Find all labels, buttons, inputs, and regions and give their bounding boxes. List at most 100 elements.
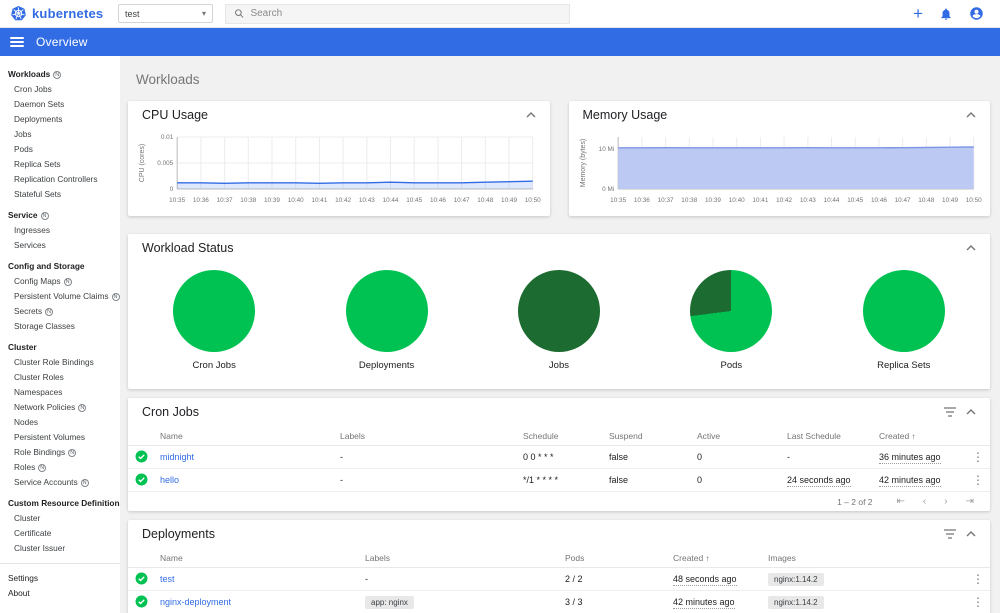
sidebar-item-persistent-volumes[interactable]: Persistent Volumes bbox=[0, 430, 120, 445]
column-header-active[interactable]: Active bbox=[691, 426, 781, 446]
svg-text:10:37: 10:37 bbox=[217, 197, 233, 204]
search-icon bbox=[235, 9, 244, 18]
row-menu-icon[interactable]: ⋮ bbox=[968, 473, 988, 487]
sidebar-item-service-accounts[interactable]: Service Accounts N bbox=[0, 475, 120, 490]
pie-chart[interactable] bbox=[690, 270, 773, 352]
column-header-created[interactable]: Created ↑ bbox=[667, 548, 762, 568]
column-header-labels[interactable]: Labels bbox=[359, 548, 559, 568]
last-page-icon[interactable]: ⇥ bbox=[966, 496, 974, 507]
sidebar-item-services[interactable]: Services bbox=[0, 238, 120, 253]
sidebar-item-config-and-storage[interactable]: Config and Storage bbox=[0, 259, 120, 274]
sidebar-item-storage-classes[interactable]: Storage Classes bbox=[0, 319, 120, 334]
collapse-chevron-icon[interactable] bbox=[526, 112, 536, 118]
previous-page-icon[interactable]: ‹ bbox=[923, 496, 926, 507]
pie-chart[interactable] bbox=[862, 270, 945, 352]
sidebar-item-service[interactable]: Service N bbox=[0, 208, 120, 223]
sidebar-item-config-maps[interactable]: Config Maps N bbox=[0, 274, 120, 289]
sidebar-item-cluster[interactable]: Cluster bbox=[0, 511, 120, 526]
sidebar-item-pods[interactable]: Pods bbox=[0, 142, 120, 157]
filter-icon[interactable] bbox=[944, 529, 956, 539]
sidebar-item-label: Stateful Sets bbox=[14, 189, 62, 199]
sort-arrow-icon: ↑ bbox=[703, 554, 710, 563]
column-header-images[interactable]: Images bbox=[762, 548, 966, 568]
collapse-chevron-icon[interactable] bbox=[966, 245, 976, 251]
cell-created: 42 minutes ago bbox=[873, 468, 966, 492]
cell-name: hello bbox=[154, 468, 334, 492]
cell-text: */1 * * * * bbox=[523, 475, 559, 485]
pie-chart[interactable] bbox=[345, 270, 428, 352]
resource-link[interactable]: test bbox=[160, 574, 175, 584]
column-header-suspend[interactable]: Suspend bbox=[603, 426, 691, 446]
sidebar-item-role-bindings[interactable]: Role Bindings N bbox=[0, 445, 120, 460]
sidebar-item-workloads[interactable]: Workloads N bbox=[0, 67, 120, 82]
pie-chart[interactable] bbox=[517, 270, 600, 352]
sidebar-item-stateful-sets[interactable]: Stateful Sets bbox=[0, 187, 120, 202]
sidebar-item-certificate[interactable]: Certificate bbox=[0, 526, 120, 541]
card-header: Cron Jobs bbox=[128, 398, 990, 426]
cell-text: - bbox=[340, 452, 343, 462]
collapse-chevron-icon[interactable] bbox=[966, 409, 976, 415]
search-input[interactable] bbox=[250, 8, 561, 19]
sidebar-item-cluster-issuer[interactable]: Cluster Issuer bbox=[0, 541, 120, 556]
row-menu-icon[interactable]: ⋮ bbox=[968, 595, 988, 609]
sidebar-item-label: Replica Sets bbox=[14, 159, 61, 169]
column-header-last-schedule[interactable]: Last Schedule bbox=[781, 426, 873, 446]
search-bar[interactable] bbox=[225, 3, 570, 24]
create-resource-icon[interactable]: + bbox=[913, 5, 923, 22]
namespaced-badge-icon: N bbox=[45, 307, 54, 316]
pie-chart[interactable] bbox=[173, 270, 256, 352]
resource-link[interactable]: midnight bbox=[160, 452, 194, 462]
sidebar-item-namespaces[interactable]: Namespaces bbox=[0, 385, 120, 400]
sidebar-item-label: Persistent Volumes bbox=[14, 432, 86, 442]
sidebar-item-cluster-roles[interactable]: Cluster Roles bbox=[0, 370, 120, 385]
first-page-icon[interactable]: ⇤ bbox=[897, 496, 905, 507]
filter-icon[interactable] bbox=[944, 407, 956, 417]
sidebar-item-custom-resource-definitions[interactable]: Custom Resource Definitions bbox=[0, 496, 120, 511]
column-header-name[interactable]: Name bbox=[154, 548, 359, 568]
row-menu-icon[interactable]: ⋮ bbox=[968, 450, 988, 464]
sidebar-item-label: Namespaces bbox=[14, 387, 63, 397]
notifications-bell-icon[interactable] bbox=[939, 7, 953, 21]
sidebar-item-deployments[interactable]: Deployments bbox=[0, 112, 120, 127]
column-header-pods[interactable]: Pods bbox=[559, 548, 667, 568]
sidebar-item-label: Service Accounts bbox=[14, 477, 78, 487]
sidebar-item-label: Config and Storage bbox=[8, 261, 85, 271]
sidebar-item-replication-controllers[interactable]: Replication Controllers bbox=[0, 172, 120, 187]
user-account-icon[interactable] bbox=[969, 6, 984, 21]
sidebar-item-cron-jobs[interactable]: Cron Jobs bbox=[0, 82, 120, 97]
sidebar-item-about[interactable]: About bbox=[0, 586, 120, 601]
sidebar-item-replica-sets[interactable]: Replica Sets bbox=[0, 157, 120, 172]
column-header-labels[interactable]: Labels bbox=[334, 426, 517, 446]
menu-cell: ⋮ bbox=[966, 590, 990, 613]
card-title: CPU Usage bbox=[142, 108, 208, 122]
svg-text:10:48: 10:48 bbox=[477, 197, 493, 204]
namespace-select[interactable]: test ▾ bbox=[118, 4, 213, 23]
svg-text:10:47: 10:47 bbox=[454, 197, 470, 204]
next-page-icon[interactable]: › bbox=[944, 496, 947, 507]
column-header-name[interactable]: Name bbox=[154, 426, 334, 446]
row-menu-icon[interactable]: ⋮ bbox=[968, 572, 988, 586]
sidebar-item-nodes[interactable]: Nodes bbox=[0, 415, 120, 430]
collapse-chevron-icon[interactable] bbox=[966, 531, 976, 537]
sidebar-item-secrets[interactable]: Secrets N bbox=[0, 304, 120, 319]
column-header-created[interactable]: Created ↑ bbox=[873, 426, 966, 446]
sidebar-item-cluster-role-bindings[interactable]: Cluster Role Bindings bbox=[0, 355, 120, 370]
sidebar-item-persistent-volume-claims[interactable]: Persistent Volume Claims N bbox=[0, 289, 120, 304]
cell-schedule: */1 * * * * bbox=[517, 468, 603, 492]
sidebar-item-cluster[interactable]: Cluster bbox=[0, 340, 120, 355]
menu-icon[interactable] bbox=[10, 36, 24, 48]
sidebar-item-network-policies[interactable]: Network Policies N bbox=[0, 400, 120, 415]
usage-charts-row: CPU Usage 10:35 10:36 10:37 10:38 10:39 10:40… bbox=[128, 101, 990, 216]
sidebar-item-ingresses[interactable]: Ingresses bbox=[0, 223, 120, 238]
sidebar-item-settings[interactable]: Settings bbox=[0, 571, 120, 586]
column-header-schedule[interactable]: Schedule bbox=[517, 426, 603, 446]
sidebar-item-label: Deployments bbox=[14, 114, 63, 124]
sidebar-item-roles[interactable]: Roles N bbox=[0, 460, 120, 475]
sidebar-item-jobs[interactable]: Jobs bbox=[0, 127, 120, 142]
resource-link[interactable]: nginx-deployment bbox=[160, 597, 231, 607]
resource-link[interactable]: hello bbox=[160, 475, 179, 485]
table-row: test - 2 / 2 48 seconds ago nginx:1.14.2 ⋮ bbox=[128, 567, 990, 591]
collapse-chevron-icon[interactable] bbox=[966, 112, 976, 118]
pie-label: Replica Sets bbox=[877, 360, 931, 371]
sidebar-item-daemon-sets[interactable]: Daemon Sets bbox=[0, 97, 120, 112]
